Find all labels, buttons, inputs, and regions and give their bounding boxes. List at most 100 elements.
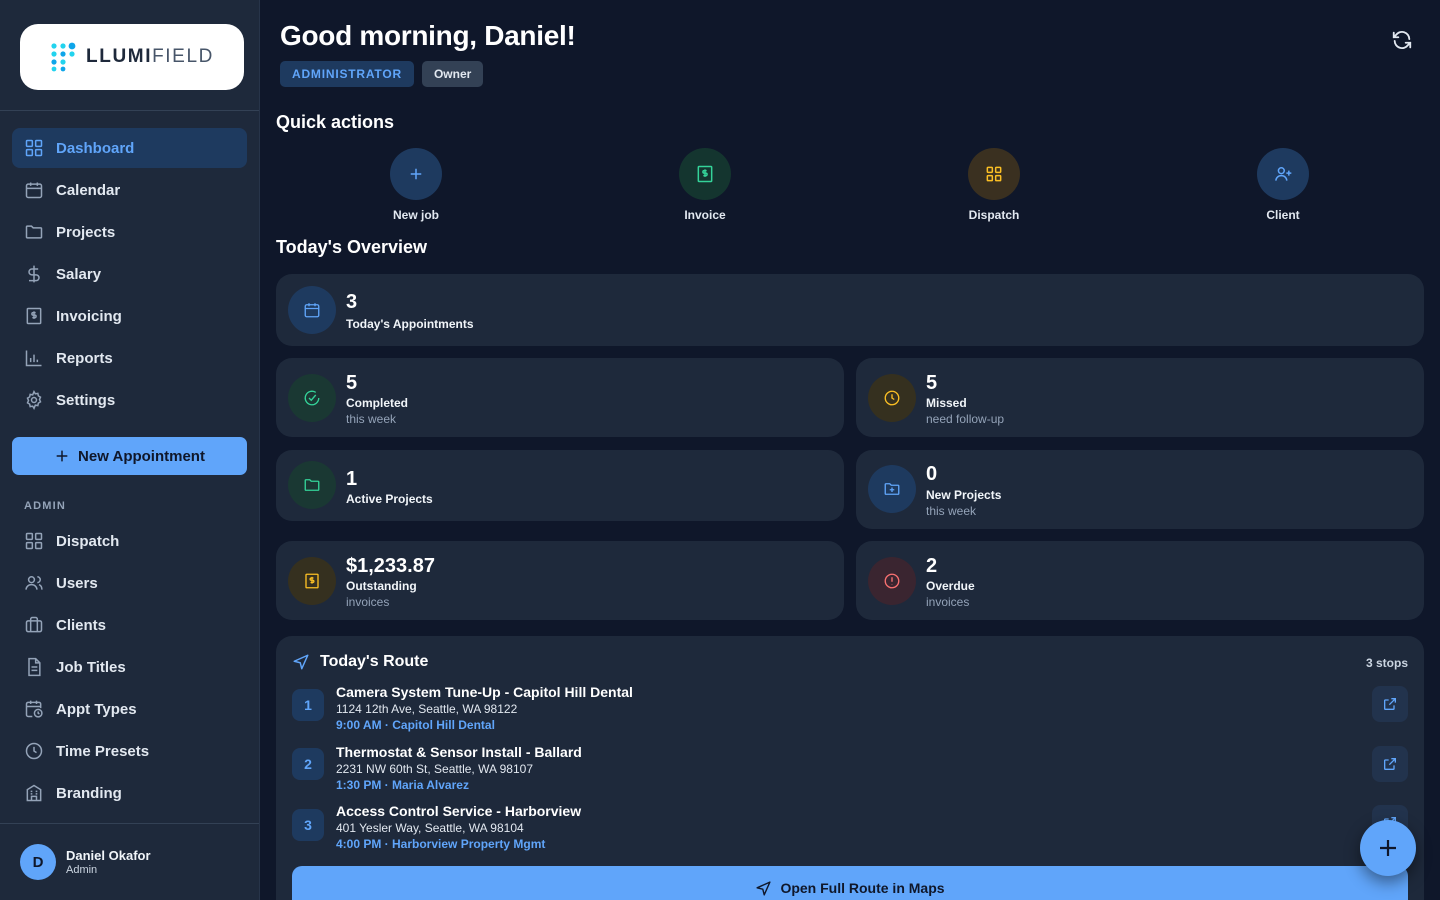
sidebar-item-invoicing[interactable]: Invoicing bbox=[12, 296, 247, 336]
owner-badge: Owner bbox=[421, 61, 484, 87]
briefcase-icon bbox=[25, 616, 43, 633]
refresh-icon[interactable] bbox=[1391, 29, 1413, 51]
route-stop[interactable]: 3 Access Control Service - Harborview 40… bbox=[292, 803, 1408, 859]
quick-action-icon-wrap bbox=[1257, 148, 1309, 200]
route-stop[interactable]: 1 Camera System Tune-Up - Capitol Hill D… bbox=[292, 684, 1408, 740]
alert-circle-icon bbox=[884, 573, 900, 589]
card-title: Overdue bbox=[926, 579, 975, 593]
brand-logo[interactable]: LLUMIFIELD bbox=[20, 24, 244, 90]
sidebar-item-time-presets[interactable]: Time Presets bbox=[12, 731, 247, 771]
grid-icon bbox=[25, 139, 43, 157]
card-value: 3 bbox=[346, 291, 358, 313]
building-icon bbox=[26, 784, 42, 802]
quick-action-invoice[interactable]: Invoice bbox=[645, 148, 765, 222]
quick-action-icon-wrap bbox=[968, 148, 1020, 200]
todays-route-panel: Today's Route 3 stops 1 Camera System Tu… bbox=[276, 636, 1424, 900]
new-appointment-button[interactable]: New Appointment bbox=[12, 437, 247, 475]
stop-name: Access Control Service - Harborview bbox=[336, 803, 582, 819]
quick-action-new-job[interactable]: New job bbox=[356, 148, 476, 222]
sidebar-item-projects[interactable]: Projects bbox=[12, 212, 247, 252]
navigation-icon bbox=[756, 881, 772, 896]
stop-name: Thermostat & Sensor Install - Ballard bbox=[336, 744, 582, 760]
floating-add-button[interactable] bbox=[1360, 820, 1416, 876]
stop-name: Camera System Tune-Up - Capitol Hill Den… bbox=[336, 684, 633, 700]
folder-plus-icon bbox=[884, 483, 900, 495]
sidebar-item-settings[interactable]: Settings bbox=[12, 380, 247, 420]
card-icon-wrap bbox=[288, 374, 336, 422]
quick-action-client[interactable]: Client bbox=[1223, 148, 1343, 222]
card-value: $1,233.87 bbox=[346, 555, 435, 577]
quick-actions-heading: Quick actions bbox=[276, 112, 395, 132]
sidebar-item-label: Branding bbox=[56, 784, 122, 802]
open-full-route-button[interactable]: Open Full Route in Maps bbox=[292, 866, 1408, 900]
overdue-invoices-card[interactable]: 2 Overdue invoices bbox=[856, 541, 1424, 620]
sidebar-item-clients[interactable]: Clients bbox=[12, 605, 247, 645]
sidebar-item-job-titles[interactable]: Job Titles bbox=[12, 647, 247, 687]
card-icon-wrap bbox=[288, 286, 336, 334]
sidebar-item-users[interactable]: Users bbox=[12, 563, 247, 603]
plus-icon bbox=[410, 168, 422, 180]
open-external-button[interactable] bbox=[1372, 686, 1408, 722]
calendar-icon bbox=[25, 182, 43, 199]
card-subtitle: this week bbox=[346, 412, 397, 426]
sidebar-item-dashboard[interactable]: Dashboard bbox=[12, 128, 247, 168]
sidebar-item-branding[interactable]: Branding bbox=[12, 773, 247, 813]
sidebar-item-dispatch[interactable]: Dispatch bbox=[12, 521, 247, 561]
sidebar-item-salary[interactable]: Salary bbox=[12, 254, 247, 294]
quick-action-label: New job bbox=[392, 208, 439, 222]
main-content: Good morning, Daniel! ADMINISTRATOR Owne… bbox=[260, 0, 1440, 900]
stop-meta: 4:00 PM · Harborview Property Mgmt bbox=[336, 837, 546, 851]
page-title: Good morning, Daniel! bbox=[280, 20, 576, 51]
sidebar-item-label: Job Titles bbox=[56, 658, 126, 676]
card-title: Active Projects bbox=[346, 492, 433, 506]
sidebar-item-label: Calendar bbox=[56, 181, 121, 199]
plus-icon bbox=[56, 450, 68, 462]
logo-area: LLUMIFIELD bbox=[0, 0, 259, 111]
sidebar-item-appt-types[interactable]: Appt Types bbox=[12, 689, 247, 729]
stop-number: 2 bbox=[292, 748, 324, 780]
users-icon bbox=[25, 576, 43, 590]
card-subtitle: this week bbox=[926, 504, 977, 518]
check-circle-icon bbox=[304, 390, 320, 406]
sidebar-item-reports[interactable]: Reports bbox=[12, 338, 247, 378]
external-link-icon bbox=[1384, 698, 1396, 710]
card-title: Completed bbox=[346, 396, 409, 410]
user-profile[interactable]: D Daniel Okafor Admin bbox=[0, 823, 259, 900]
quick-action-dispatch[interactable]: Dispatch bbox=[934, 148, 1054, 222]
card-value: 5 bbox=[926, 372, 938, 394]
plus-icon bbox=[1380, 840, 1396, 856]
sidebar-item-label: Projects bbox=[56, 223, 116, 241]
route-stop[interactable]: 2 Thermostat & Sensor Install - Ballard … bbox=[292, 744, 1408, 800]
gear-icon bbox=[26, 390, 42, 410]
bar-chart-icon bbox=[25, 350, 42, 367]
new-projects-card[interactable]: 0 New Projects this week bbox=[856, 450, 1424, 529]
admin-nav: Dispatch Users Clients Job Titles Appt T… bbox=[12, 521, 247, 815]
admin-section-label: ADMIN bbox=[24, 500, 67, 512]
navigation-icon bbox=[293, 654, 309, 670]
sidebar-item-calendar[interactable]: Calendar bbox=[12, 170, 247, 210]
sidebar-item-label: Dashboard bbox=[56, 139, 135, 157]
overview-heading: Today's Overview bbox=[276, 237, 428, 257]
card-icon-wrap bbox=[288, 461, 336, 509]
sidebar-item-label: Settings bbox=[56, 391, 116, 409]
active-projects-card[interactable]: 1 Active Projects bbox=[276, 450, 844, 521]
sidebar-item-label: Clients bbox=[56, 616, 107, 634]
stop-address: 1124 12th Ave, Seattle, WA 98122 bbox=[336, 702, 518, 716]
open-external-button[interactable] bbox=[1372, 746, 1408, 782]
new-appointment-label: New Appointment bbox=[78, 447, 205, 465]
quick-action-label: Invoice bbox=[684, 208, 726, 222]
clock-icon bbox=[884, 390, 900, 406]
sidebar-item-label: Dispatch bbox=[56, 532, 120, 550]
user-role: Admin bbox=[66, 864, 98, 876]
missed-card[interactable]: 5 Missed need follow-up bbox=[856, 358, 1424, 437]
user-plus-icon bbox=[1275, 167, 1292, 181]
calendar-clock-icon bbox=[25, 700, 43, 718]
card-title: New Projects bbox=[926, 488, 1002, 502]
outstanding-invoices-card[interactable]: $1,233.87 Outstanding invoices bbox=[276, 541, 844, 620]
appointments-card[interactable]: 3 Today's Appointments bbox=[276, 274, 1424, 346]
folder-icon bbox=[25, 225, 43, 239]
grid-icon bbox=[986, 166, 1002, 182]
stop-number: 3 bbox=[292, 809, 324, 841]
card-icon-wrap bbox=[288, 557, 336, 605]
completed-card[interactable]: 5 Completed this week bbox=[276, 358, 844, 437]
